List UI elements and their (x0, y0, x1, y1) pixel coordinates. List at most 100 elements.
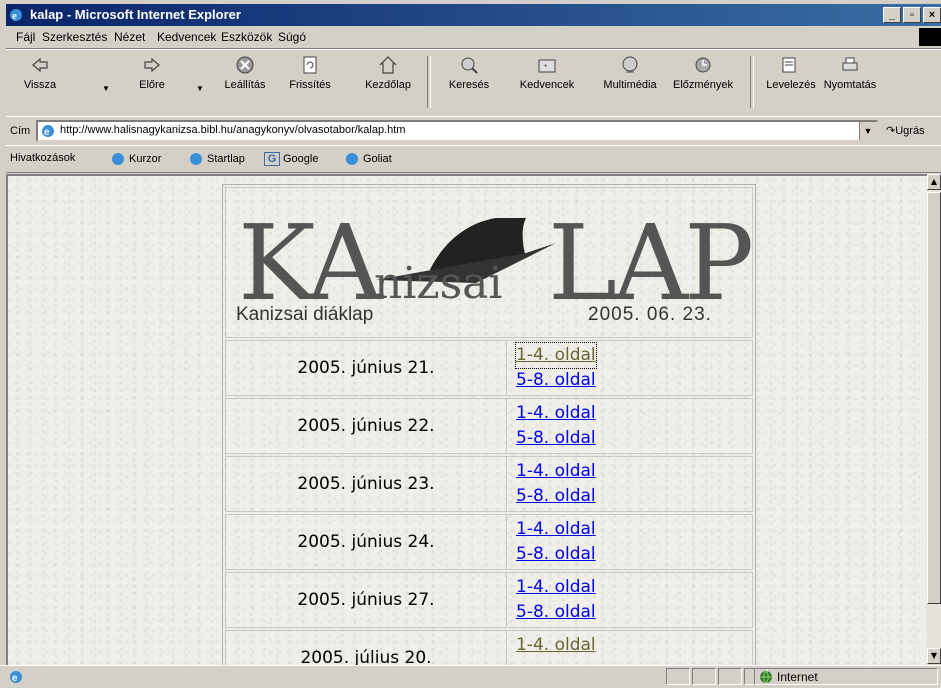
media-button[interactable]: Multimédia (596, 54, 664, 91)
address-input[interactable]: e http://www.halisnagykanizsa.bibl.hu/an… (36, 120, 878, 142)
menu-file[interactable]: Fájl (16, 30, 35, 44)
menu-bar: Fájl Szerkesztés Nézet Kedvencek Eszközö… (6, 26, 941, 49)
issue-link-pages-5-8[interactable]: 5-8. oldal (516, 368, 596, 393)
banner-subtitle: Kanizsai diáklap (236, 304, 374, 325)
issue-row: 2005. június 27. 1-4. oldal 5-8. oldal (225, 572, 753, 628)
links-bar: Hivatkozások Kurzor Startlap G Google Gol… (6, 145, 941, 173)
vertical-scrollbar[interactable]: ▲ ▼ (927, 174, 941, 664)
scroll-down-icon[interactable]: ▼ (927, 648, 941, 664)
issue-link-pages-1-4[interactable]: 1-4. oldal (516, 575, 596, 600)
banner-title-nizsai: nizsai (374, 258, 503, 309)
go-button[interactable]: ↷Ugrás (886, 124, 925, 137)
printer-icon (842, 57, 858, 71)
banner-date: 2005. 06. 23. (588, 304, 712, 325)
issue-row: 2005. június 22. 1-4. oldal 5-8. oldal (225, 398, 753, 454)
issue-link-pages-5-8[interactable]: 5-8. oldal (516, 426, 596, 451)
link-goliat[interactable]: Goliat (344, 152, 392, 166)
media-icon (622, 56, 638, 73)
page-status-icon: e (10, 671, 22, 684)
svg-text:*: * (544, 63, 547, 72)
issue-date: 2005. június 21. (226, 341, 507, 395)
back-button[interactable]: Vissza (16, 54, 64, 91)
issue-date: 2005. június 22. (226, 399, 507, 453)
menu-help[interactable]: Súgó (278, 30, 306, 44)
stop-button[interactable]: Leállítás (220, 54, 270, 91)
banner-title-ka: KA (238, 202, 383, 324)
issue-row: 2005. július 20. 1-4. oldal (225, 630, 753, 666)
link-startlap[interactable]: Startlap (188, 152, 245, 166)
mail-icon (782, 57, 796, 73)
issue-date: 2005. június 24. (226, 515, 507, 569)
banner-title-lap: LAP (548, 202, 752, 324)
issue-link-pages-5-8[interactable]: 5-8. oldal (516, 542, 596, 567)
back-dropdown-icon[interactable]: ▼ (102, 84, 110, 93)
print-button[interactable]: Nyomtatás (818, 54, 882, 91)
internet-globe-icon (760, 670, 772, 684)
link-google[interactable]: G Google (264, 152, 318, 166)
forward-arrow-icon (144, 57, 160, 73)
favorites-button[interactable]: * Kedvencek (513, 54, 581, 91)
home-button[interactable]: Kezdőlap (362, 54, 414, 91)
history-icon (695, 57, 711, 73)
zone-label: Internet (777, 670, 818, 684)
issue-link-pages-1-4[interactable]: 1-4. oldal (516, 401, 596, 426)
issue-date: 2005. június 27. (226, 573, 507, 627)
ie-page-icon (346, 153, 358, 165)
issue-row: 2005. június 24. 1-4. oldal 5-8. oldal (225, 514, 753, 570)
ie-page-icon (112, 153, 124, 165)
menu-edit[interactable]: Szerkesztés (42, 30, 107, 44)
status-bar: e Internet (0, 665, 941, 688)
issue-row: 2005. június 23. 1-4. oldal 5-8. oldal (225, 456, 753, 512)
links-label: Hivatkozások (10, 152, 76, 164)
issue-date: 2005. június 23. (226, 457, 507, 511)
forward-button[interactable]: Előre (128, 54, 176, 91)
issue-link-pages-5-8[interactable]: 5-8. oldal (516, 484, 596, 509)
scroll-thumb[interactable] (927, 192, 941, 604)
scroll-up-icon[interactable]: ▲ (927, 174, 941, 190)
address-label: Cím (10, 125, 31, 137)
title-bar: e kalap - Microsoft Internet Explorer _ … (6, 4, 941, 26)
home-icon (379, 56, 397, 74)
ie-logo-icon: e (10, 9, 22, 22)
issue-link-pages-1-4[interactable]: 1-4. oldal (516, 633, 596, 658)
maximize-button[interactable]: ▫ (903, 7, 921, 23)
svg-text:e: e (44, 127, 50, 138)
windows-logo-icon (919, 28, 941, 46)
svg-text:e: e (12, 673, 18, 684)
issues-table: KA nizsai LAP Kanizsai diáklap 2005. 06.… (222, 184, 756, 666)
kalap-banner: KA nizsai LAP Kanizsai diáklap 2005. 06.… (225, 187, 753, 338)
issue-link-pages-1-4[interactable]: 1-4. oldal (516, 517, 596, 542)
page-content: KA nizsai LAP Kanizsai diáklap 2005. 06.… (6, 174, 927, 666)
browser-window: e kalap - Microsoft Internet Explorer _ … (0, 0, 941, 688)
toolbar: Vissza ▼ Előre ▼ Leállítás Frissítés Kez… (6, 49, 941, 117)
history-button[interactable]: Előzmények (668, 54, 738, 91)
issue-link-pages-1-4[interactable]: 1-4. oldal (515, 342, 597, 369)
address-bar: Cím e http://www.halisnagykanizsa.bibl.h… (6, 116, 941, 146)
link-kurzor[interactable]: Kurzor (110, 152, 161, 166)
ie-page-icon (190, 153, 202, 165)
google-icon: G (264, 152, 280, 166)
refresh-button[interactable]: Frissítés (285, 54, 335, 91)
refresh-icon (303, 56, 317, 74)
search-button[interactable]: Keresés (444, 54, 494, 91)
page-icon: e (42, 125, 54, 138)
issue-link-pages-1-4[interactable]: 1-4. oldal (516, 459, 596, 484)
menu-favorites[interactable]: Kedvencek (157, 30, 216, 44)
search-globe-icon (461, 57, 478, 74)
menu-view[interactable]: Nézet (114, 30, 145, 44)
svg-text:e: e (12, 10, 17, 22)
issue-link-pages-5-8[interactable]: 5-8. oldal (516, 600, 596, 625)
mail-button[interactable]: Levelezés (761, 54, 821, 91)
close-button[interactable]: × (923, 7, 941, 23)
window-title: kalap - Microsoft Internet Explorer (30, 7, 241, 22)
issue-row: 2005. június 21. 1-4. oldal 5-8. oldal (225, 340, 753, 396)
minimize-button[interactable]: _ (883, 7, 901, 23)
menu-tools[interactable]: Eszközök (221, 30, 272, 44)
stop-icon (236, 56, 254, 74)
address-url: http://www.halisnagykanizsa.bibl.hu/anag… (60, 124, 406, 136)
go-arrow-icon: ↷ (886, 125, 896, 137)
address-dropdown-icon[interactable]: ▼ (859, 122, 876, 140)
forward-dropdown-icon[interactable]: ▼ (196, 84, 204, 93)
back-arrow-icon (32, 57, 48, 73)
favorites-folder-icon: * (538, 59, 556, 73)
